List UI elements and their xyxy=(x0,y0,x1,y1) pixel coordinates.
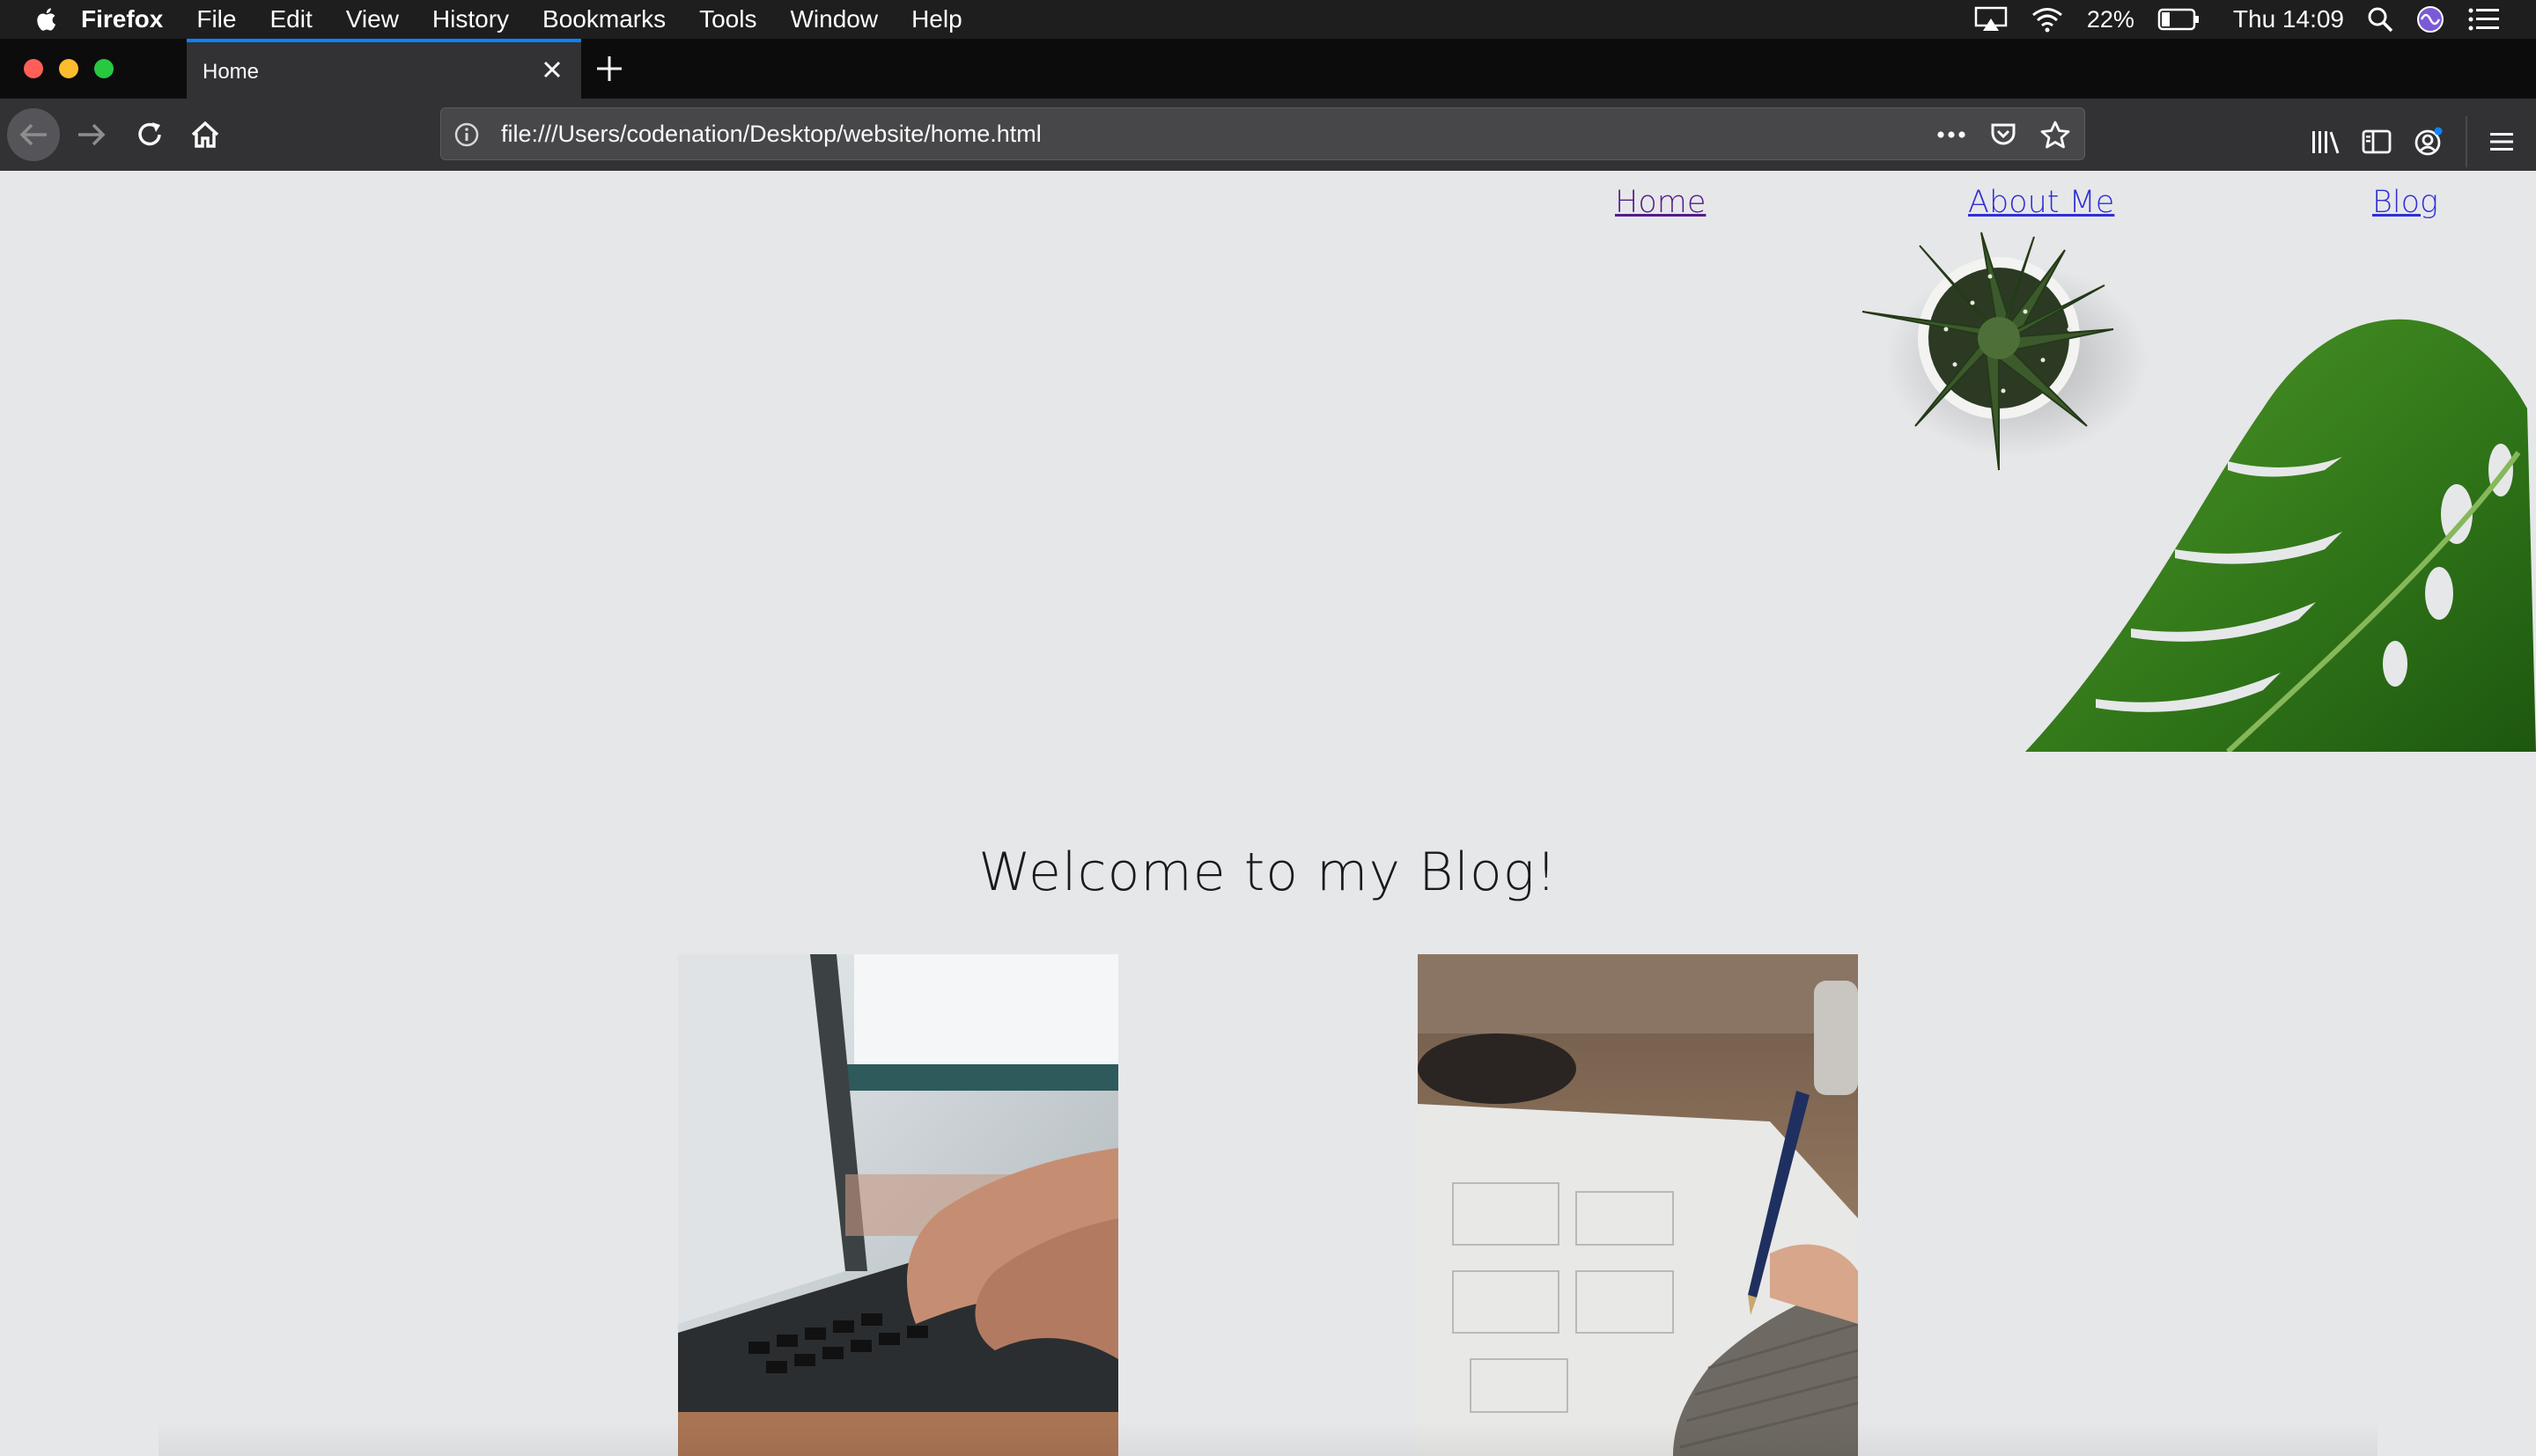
battery-icon[interactable] xyxy=(2157,8,2200,31)
window-minimize-button[interactable] xyxy=(59,59,78,78)
toolbar-right xyxy=(2311,116,2515,167)
forward-button[interactable] xyxy=(65,108,118,161)
tab-close-icon[interactable] xyxy=(539,56,565,83)
wifi-icon[interactable] xyxy=(2031,6,2064,33)
library-icon[interactable] xyxy=(2311,129,2341,155)
address-bar-url[interactable]: file:///Users/codenation/Desktop/website… xyxy=(501,121,1042,148)
hamburger-menu-icon[interactable] xyxy=(2488,129,2515,154)
airplay-icon[interactable] xyxy=(1974,6,2008,33)
menu-bookmarks[interactable]: Bookmarks xyxy=(542,5,666,33)
web-page: Home About Me Blog Welcome to my Blog! xyxy=(0,171,2536,1456)
bookmark-star-icon[interactable] xyxy=(2040,121,2070,149)
menu-history[interactable]: History xyxy=(432,5,509,33)
apple-logo-icon[interactable] xyxy=(35,6,56,33)
reload-button[interactable] xyxy=(123,108,176,161)
forward-arrow-icon xyxy=(78,123,106,146)
writing-notebook-photo xyxy=(1418,954,1858,1456)
page-fold-shadow xyxy=(158,1421,2378,1456)
pocket-icon[interactable] xyxy=(1989,121,2017,149)
plants-hero-image xyxy=(1861,232,2536,752)
back-button[interactable] xyxy=(7,108,60,161)
page-actions xyxy=(1936,121,2070,149)
new-tab-plus-icon[interactable] xyxy=(592,51,627,86)
toolbar-separator xyxy=(2466,116,2467,167)
window-zoom-button[interactable] xyxy=(94,59,114,78)
macos-menu-bar: Firefox File Edit View History Bookmarks… xyxy=(0,0,2536,39)
reload-icon xyxy=(138,122,161,146)
blog-post-image-laptop[interactable] xyxy=(678,954,1118,1456)
menu-app-firefox[interactable]: Firefox xyxy=(81,5,163,33)
home-icon xyxy=(191,121,219,148)
site-info-icon[interactable] xyxy=(453,121,480,148)
window-close-button[interactable] xyxy=(24,59,43,78)
menu-file[interactable]: File xyxy=(196,5,236,33)
battery-percent: 22% xyxy=(2086,5,2134,33)
blog-post-image-writing[interactable] xyxy=(1418,954,1858,1456)
firefox-account-icon[interactable] xyxy=(2413,126,2444,158)
menu-view[interactable]: View xyxy=(346,5,399,33)
menu-edit[interactable]: Edit xyxy=(269,5,312,33)
siri-icon[interactable] xyxy=(2416,5,2444,33)
home-button[interactable] xyxy=(179,108,232,161)
laptop-typing-photo xyxy=(678,954,1118,1456)
tab-title: Home xyxy=(203,60,260,84)
menu-help[interactable]: Help xyxy=(911,5,962,33)
menu-clock[interactable]: Thu 14:09 xyxy=(2233,5,2344,33)
tab-home[interactable]: Home xyxy=(187,39,581,99)
back-arrow-icon xyxy=(19,123,47,146)
sidebar-toggle-icon[interactable] xyxy=(2362,129,2392,155)
address-bar[interactable]: file:///Users/codenation/Desktop/website… xyxy=(440,107,2085,160)
menu-extras: 22% Thu 14:09 xyxy=(1974,0,2501,39)
browser-tab-bar: Home xyxy=(0,39,2536,99)
spotlight-search-icon[interactable] xyxy=(2367,6,2393,33)
menu-tools[interactable]: Tools xyxy=(699,5,756,33)
nav-link-home[interactable]: Home xyxy=(1615,185,1706,220)
page-heading: Welcome to my Blog! xyxy=(978,842,1558,904)
notification-center-icon[interactable] xyxy=(2467,7,2501,32)
menu-window[interactable]: Window xyxy=(790,5,878,33)
page-actions-menu-icon[interactable] xyxy=(1936,130,1966,139)
browser-nav-toolbar: file:///Users/codenation/Desktop/website… xyxy=(0,99,2536,173)
